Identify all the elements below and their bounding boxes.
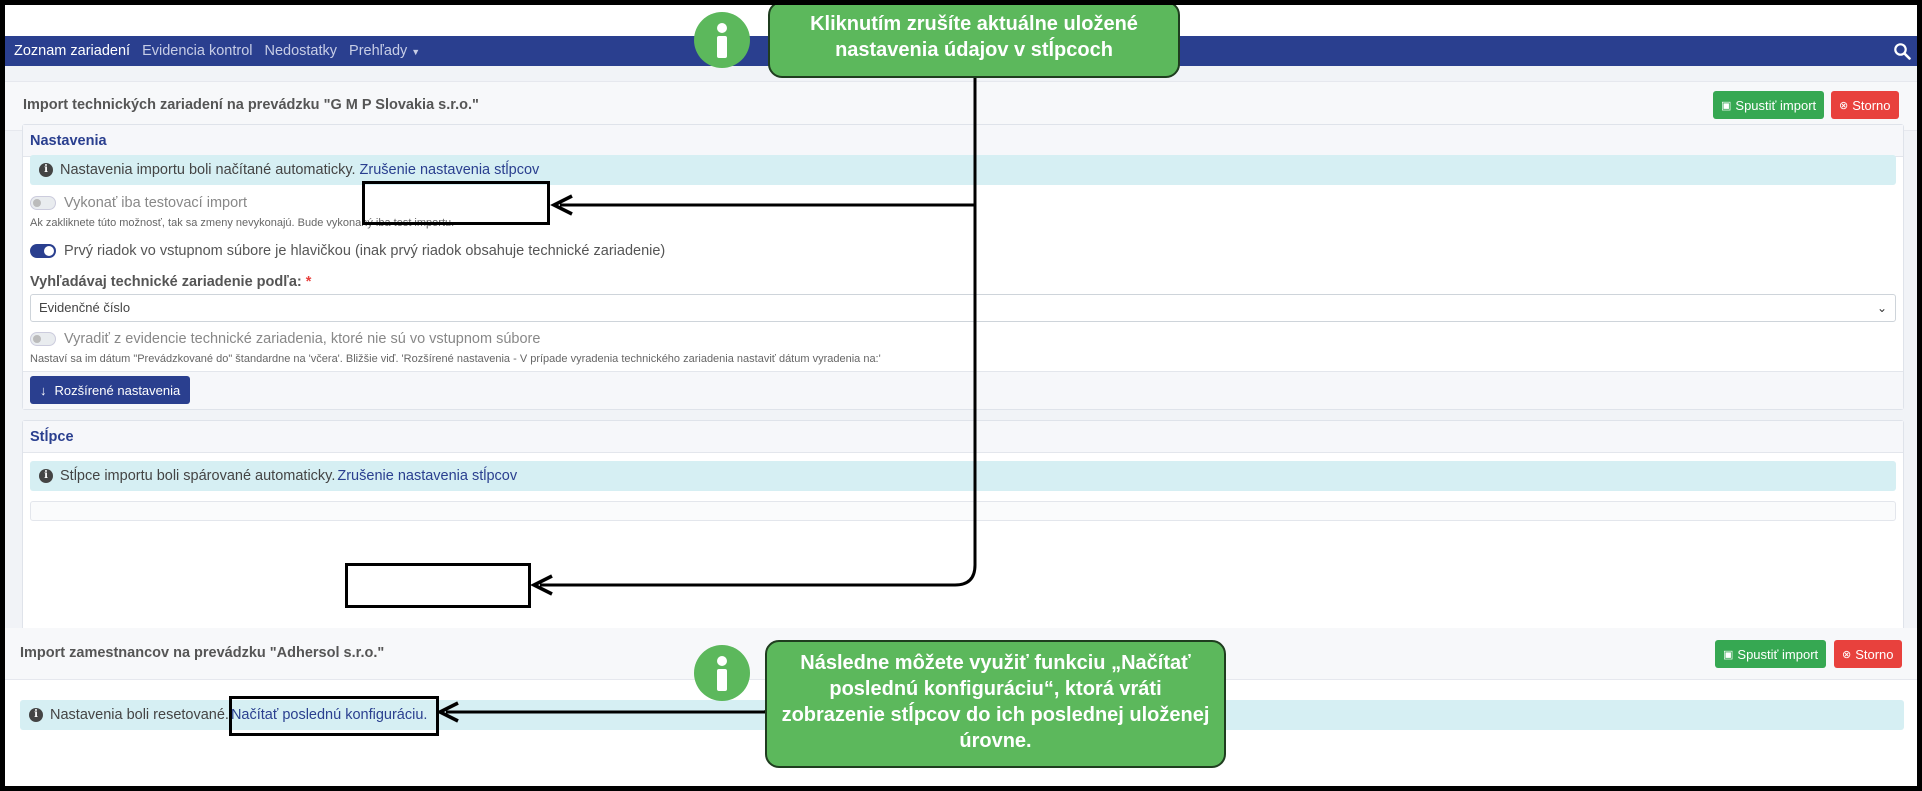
callout-load-config: Následne môžete využiť funkciu „Načítať …: [765, 640, 1226, 768]
info-icon: [694, 12, 750, 68]
info-icon: [694, 645, 750, 701]
callout-reset-columns: Kliknutím zrušíte aktuálne uložené nasta…: [768, 1, 1180, 78]
